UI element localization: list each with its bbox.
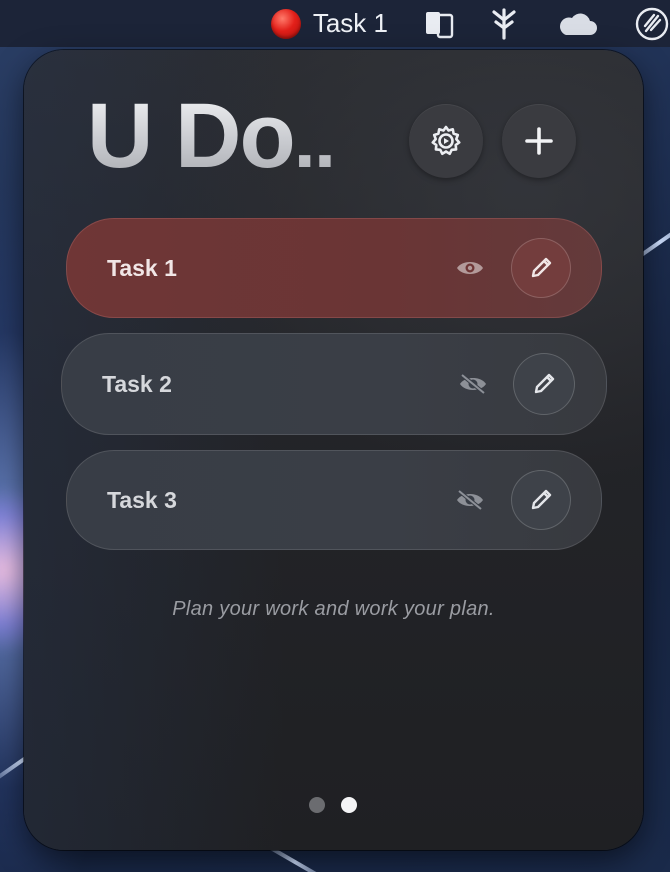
rocket-menu-item[interactable] bbox=[634, 0, 670, 47]
eye-icon bbox=[457, 262, 483, 274]
page-dot-2[interactable] bbox=[341, 797, 357, 813]
motivational-quote: Plan your work and work your plan. bbox=[172, 598, 495, 620]
plus-icon bbox=[525, 127, 553, 155]
eye-slash-icon bbox=[460, 373, 486, 395]
settings-button[interactable] bbox=[409, 104, 483, 178]
edit-task-button[interactable] bbox=[513, 353, 575, 415]
pencil-icon bbox=[531, 257, 552, 278]
gear-icon bbox=[431, 125, 461, 156]
eye-slash-icon bbox=[457, 489, 483, 511]
menu-bar: Task 1 bbox=[0, 0, 670, 47]
udo-popover-panel: U Do.. Task 1 Task 2 Task 3 Plan your wo… bbox=[24, 50, 643, 850]
document-icon bbox=[426, 11, 454, 38]
document-menu-item[interactable] bbox=[424, 0, 456, 47]
task-label: Task 1 bbox=[107, 254, 177, 281]
task-item-1[interactable]: Task 1 bbox=[66, 218, 602, 318]
visibility-toggle[interactable] bbox=[455, 258, 485, 278]
pencil-icon bbox=[534, 373, 555, 394]
cloud-icon bbox=[559, 13, 597, 35]
page-indicator bbox=[309, 797, 357, 813]
task-status-item[interactable]: Task 1 bbox=[270, 0, 424, 47]
page-dot-1[interactable] bbox=[309, 797, 325, 813]
task-label: Task 2 bbox=[102, 370, 172, 397]
red-circle-icon bbox=[270, 8, 301, 39]
edit-task-button[interactable] bbox=[511, 470, 571, 530]
task-item-3[interactable]: Task 3 bbox=[66, 450, 602, 550]
visibility-toggle[interactable] bbox=[455, 489, 485, 511]
app-title-dots: .. bbox=[293, 95, 335, 184]
menubar-task-title: Task 1 bbox=[312, 8, 388, 38]
edit-task-button[interactable] bbox=[511, 238, 571, 298]
app-title-main: U Do bbox=[87, 85, 294, 187]
add-task-button[interactable] bbox=[502, 104, 576, 178]
cloud-menu-item[interactable] bbox=[556, 0, 598, 47]
task-item-2[interactable]: Task 2 bbox=[61, 333, 607, 435]
app-title: U Do.. bbox=[87, 90, 334, 182]
task-label: Task 3 bbox=[107, 486, 177, 513]
fork-icon bbox=[492, 7, 516, 40]
pencil-icon bbox=[531, 489, 552, 510]
fork-menu-item[interactable] bbox=[490, 0, 518, 47]
visibility-toggle[interactable] bbox=[458, 373, 488, 395]
rocket-icon bbox=[635, 7, 669, 40]
